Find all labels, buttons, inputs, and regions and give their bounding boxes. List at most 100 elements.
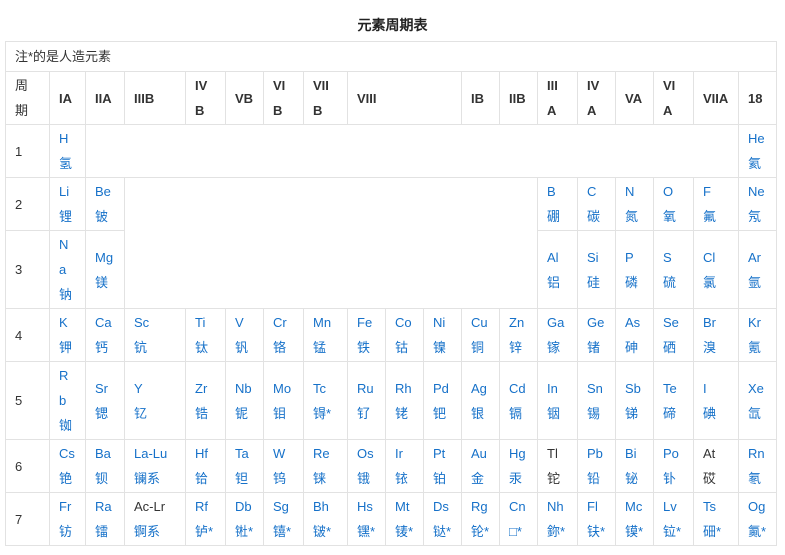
element-name[interactable]: 铬 (273, 335, 294, 360)
element-name[interactable]: 氢 (59, 151, 76, 176)
element-name[interactable]: 砷 (625, 335, 644, 360)
element-symbol[interactable]: In (547, 376, 568, 401)
element-symbol[interactable]: Db (235, 494, 254, 519)
element-name[interactable]: 鉨* (547, 519, 568, 544)
element-name[interactable]: 铍 (95, 204, 115, 229)
element-symbol[interactable]: Kr (748, 310, 767, 335)
element-name[interactable]: 铪 (195, 466, 216, 491)
element-name[interactable]: 氙 (748, 401, 767, 426)
element-symbol[interactable]: Bh (313, 494, 338, 519)
element-name[interactable]: 镍 (433, 335, 452, 360)
element-symbol[interactable]: W (273, 441, 294, 466)
element-symbol[interactable]: Xe (748, 376, 767, 401)
element-name[interactable]: 铯 (59, 466, 76, 491)
element-name[interactable]: 氡 (748, 466, 767, 491)
element-name[interactable]: 氟 (703, 204, 729, 229)
element-symbol[interactable]: As (625, 310, 644, 335)
element-symbol[interactable]: Lv (663, 494, 684, 519)
element-name[interactable]: 铁 (357, 335, 376, 360)
element-name[interactable]: 铋 (625, 466, 644, 491)
element-symbol[interactable]: Fr (59, 494, 76, 519)
element-symbol[interactable]: Co (395, 310, 414, 335)
element-name[interactable]: 𫟼* (433, 519, 452, 544)
element-name[interactable]: 铅 (587, 466, 606, 491)
element-name[interactable]: 碲 (663, 401, 684, 426)
element-symbol[interactable]: Nh (547, 494, 568, 519)
element-name[interactable]: 锂 (59, 204, 76, 229)
element-name[interactable]: 锗 (587, 335, 606, 360)
element-name[interactable]: 镓 (547, 335, 568, 360)
element-name[interactable]: 金 (471, 466, 490, 491)
element-symbol[interactable]: Cl (703, 245, 729, 270)
element-name[interactable]: 硅 (587, 270, 606, 295)
element-symbol[interactable]: Zr (195, 376, 216, 401)
element-symbol[interactable]: Ti (195, 310, 216, 335)
element-symbol[interactable]: Si (587, 245, 606, 270)
element-symbol[interactable]: Y (134, 376, 176, 401)
element-name[interactable]: 𫟷* (663, 519, 684, 544)
element-symbol[interactable]: Rg (471, 494, 490, 519)
element-symbol[interactable]: Ts (703, 494, 729, 519)
element-symbol[interactable]: Bi (625, 441, 644, 466)
element-symbol[interactable]: N (625, 179, 644, 204)
element-symbol[interactable]: Pb (587, 441, 606, 466)
element-symbol[interactable]: C (587, 179, 606, 204)
element-symbol[interactable]: Ga (547, 310, 568, 335)
element-symbol[interactable]: Ag (471, 376, 490, 401)
element-symbol[interactable]: Mc (625, 494, 644, 519)
element-symbol[interactable]: Cs (59, 441, 76, 466)
element-name[interactable]: 鿫* (748, 519, 767, 544)
element-name[interactable]: 𬭶* (357, 519, 376, 544)
element-symbol[interactable]: Fl (587, 494, 606, 519)
element-symbol[interactable]: Te (663, 376, 684, 401)
element-name[interactable]: 锌 (509, 335, 528, 360)
element-symbol[interactable]: Fe (357, 310, 376, 335)
element-symbol[interactable]: Os (357, 441, 376, 466)
element-name[interactable]: 氯 (703, 270, 729, 295)
element-symbol[interactable]: Re (313, 441, 338, 466)
element-symbol[interactable]: Cn (509, 494, 528, 519)
element-name[interactable]: 锆 (195, 401, 216, 426)
element-name[interactable]: 铜 (471, 335, 490, 360)
element-name[interactable]: 𬬻* (195, 519, 216, 544)
element-symbol[interactable]: Be (95, 179, 115, 204)
element-symbol[interactable]: Rf (195, 494, 216, 519)
element-name[interactable]: 锇 (357, 466, 376, 491)
element-symbol[interactable]: Nb (235, 376, 254, 401)
element-symbol[interactable]: Po (663, 441, 684, 466)
element-symbol[interactable]: Ir (395, 441, 414, 466)
element-symbol[interactable]: Na (59, 232, 68, 282)
element-name[interactable]: 碘 (703, 401, 729, 426)
element-symbol[interactable]: Se (663, 310, 684, 335)
element-name[interactable]: 锶 (95, 401, 115, 426)
element-symbol[interactable]: Zn (509, 310, 528, 335)
element-name[interactable]: 铷 (59, 413, 76, 438)
element-name[interactable]: 锰 (313, 335, 338, 360)
element-symbol[interactable]: Pd (433, 376, 452, 401)
element-name[interactable]: 镁 (95, 270, 115, 295)
element-name[interactable]: 氪 (748, 335, 767, 360)
element-name[interactable]: 溴 (703, 335, 729, 360)
element-symbol[interactable]: Ru (357, 376, 376, 401)
element-symbol[interactable]: I (703, 376, 729, 401)
element-symbol[interactable]: Rh (395, 376, 414, 401)
element-symbol[interactable]: F (703, 179, 729, 204)
element-symbol[interactable]: Pt (433, 441, 452, 466)
element-name[interactable]: 钴 (395, 335, 414, 360)
element-symbol[interactable]: Cr (273, 310, 294, 335)
element-name[interactable]: 氦 (748, 151, 767, 176)
element-symbol[interactable]: Sb (625, 376, 644, 401)
element-name[interactable]: 氮 (625, 204, 644, 229)
element-name[interactable]: 汞 (509, 466, 528, 491)
element-name[interactable]: 铼 (313, 466, 338, 491)
element-symbol[interactable]: Sg (273, 494, 294, 519)
element-symbol[interactable]: Tc (313, 376, 338, 401)
element-symbol[interactable]: Sc (134, 310, 176, 335)
element-symbol[interactable]: O (663, 179, 684, 204)
element-symbol[interactable]: Br (703, 310, 729, 335)
element-symbol[interactable]: Ar (748, 245, 767, 270)
element-name[interactable]: 铌 (235, 401, 254, 426)
element-name[interactable]: 镭 (95, 519, 115, 544)
element-symbol[interactable]: Mg (95, 245, 115, 270)
element-name[interactable]: 锡 (587, 401, 606, 426)
